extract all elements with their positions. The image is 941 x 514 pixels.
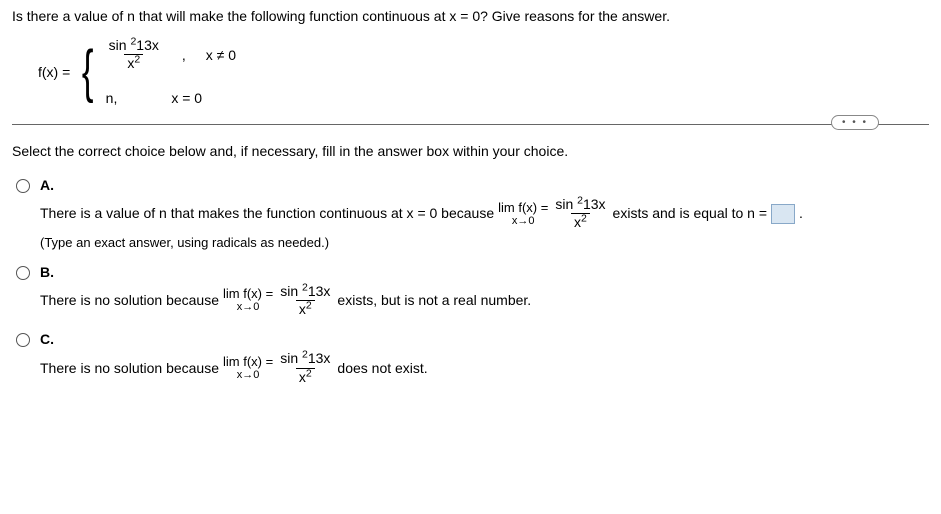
- fraction-a: sin 213x x2: [552, 197, 608, 231]
- divider: [12, 124, 929, 125]
- frac-b-num-arg: 13x: [308, 283, 331, 299]
- condition-1: x ≠ 0: [206, 47, 236, 63]
- frac-b-num-sin: sin: [280, 283, 298, 299]
- choice-c-text2: does not exist.: [337, 357, 427, 379]
- radio-c[interactable]: [16, 333, 30, 347]
- choice-b-text2: exists, but is not a real number.: [337, 289, 531, 311]
- condition-2: x = 0: [171, 90, 202, 106]
- answer-input-n[interactable]: [771, 204, 795, 224]
- frac-num-sin: sin: [109, 37, 127, 53]
- frac-b-den-exp: 2: [306, 299, 312, 311]
- limit-a-sub: x→0: [512, 216, 535, 227]
- question-prompt: Is there a value of n that will make the…: [12, 8, 929, 24]
- radio-a[interactable]: [16, 179, 30, 193]
- limit-c-top: lim f(x) =: [223, 355, 273, 368]
- frac-a-den-base: x: [574, 214, 581, 230]
- frac-a-den-exp: 2: [581, 213, 587, 225]
- fraction-c: sin 213x x2: [277, 351, 333, 385]
- limit-c: lim f(x) = x→0: [223, 355, 273, 381]
- limit-a-top: lim f(x) =: [498, 201, 548, 214]
- piecewise-function: f(x) = { sin 213x x2 , x ≠ 0 n, x = 0: [38, 38, 929, 106]
- choice-c-text1: There is no solution because: [40, 357, 219, 379]
- frac-c-den-exp: 2: [306, 367, 312, 379]
- choice-c: C. There is no solution because lim f(x)…: [16, 331, 929, 385]
- frac-num-arg: 13x: [136, 37, 159, 53]
- choice-b: B. There is no solution because lim f(x)…: [16, 264, 929, 318]
- frac-den-exp: 2: [134, 54, 140, 66]
- choice-a-period: .: [799, 202, 803, 224]
- choice-a-text1: There is a value of n that makes the fun…: [40, 202, 494, 224]
- radio-b[interactable]: [16, 266, 30, 280]
- choice-c-label: C.: [40, 331, 428, 347]
- choice-b-label: B.: [40, 264, 531, 280]
- frac-c-num-arg: 13x: [308, 350, 331, 366]
- frac-c-den-base: x: [299, 369, 306, 385]
- left-brace-icon: {: [82, 49, 94, 95]
- choice-a: A. There is a value of n that makes the …: [16, 177, 929, 250]
- limit-c-sub: x→0: [237, 370, 260, 381]
- choice-a-text2: exists and is equal to n =: [613, 202, 768, 224]
- limit-a: lim f(x) = x→0: [498, 201, 548, 227]
- more-options-icon[interactable]: • • •: [831, 115, 879, 130]
- n-value: n,: [106, 90, 118, 106]
- choice-a-label: A.: [40, 177, 803, 193]
- instruction-text: Select the correct choice below and, if …: [12, 143, 929, 159]
- frac-a-num-arg: 13x: [583, 196, 606, 212]
- frac-b-den-base: x: [299, 301, 306, 317]
- frac-c-num-sin: sin: [280, 350, 298, 366]
- limit-b: lim f(x) = x→0: [223, 287, 273, 313]
- limit-b-top: lim f(x) =: [223, 287, 273, 300]
- choice-b-text1: There is no solution because: [40, 289, 219, 311]
- function-lhs: f(x) =: [38, 64, 70, 80]
- choice-a-note: (Type an exact answer, using radicals as…: [40, 235, 803, 250]
- fraction-b: sin 213x x2: [277, 284, 333, 318]
- limit-b-sub: x→0: [237, 302, 260, 313]
- fraction-expression: sin 213x x2: [106, 38, 162, 72]
- frac-a-num-sin: sin: [555, 196, 573, 212]
